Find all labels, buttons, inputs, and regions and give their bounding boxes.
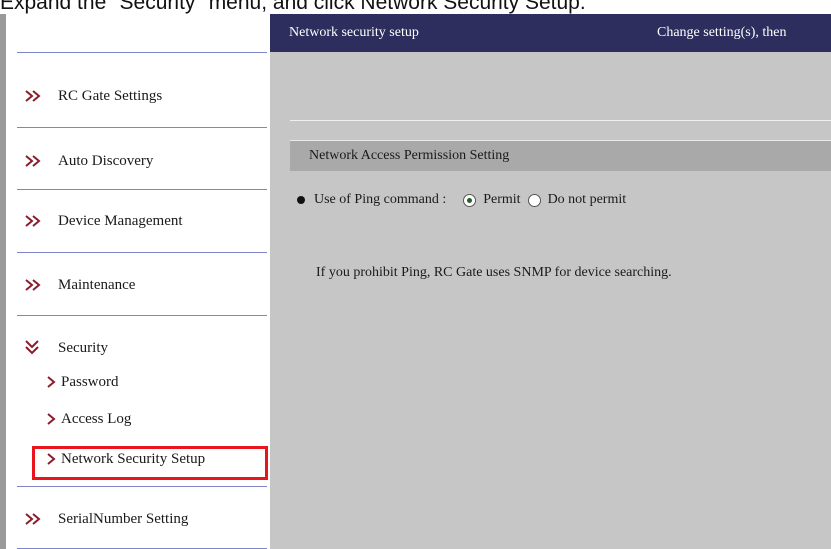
sidebar-separator [17, 486, 267, 487]
sidebar-subitem-label: Password [61, 373, 119, 390]
sidebar-item-device-management[interactable]: Device Management [24, 207, 183, 235]
sidebar-item-label: Security [58, 339, 108, 356]
sidebar-separator [17, 127, 267, 128]
double-chevron-right-icon [24, 89, 48, 103]
sidebar-separator [17, 252, 267, 253]
sidebar-item-auto-discovery[interactable]: Auto Discovery [24, 147, 153, 175]
double-chevron-down-icon [24, 339, 48, 357]
page-header: Network security setup Change setting(s)… [270, 14, 831, 52]
section-title: Network Access Permission Setting [309, 148, 510, 163]
header-message: Change setting(s), then [657, 25, 787, 40]
sidebar-subitem-label: Access Log [61, 410, 132, 427]
sidebar-item-label: Auto Discovery [58, 152, 154, 169]
bullet-icon [297, 196, 305, 204]
sidebar-subitem-access-log[interactable]: Access Log [46, 408, 131, 430]
ping-label: Use of Ping command : [314, 192, 447, 207]
double-chevron-right-icon [24, 512, 48, 526]
ping-note: If you prohibit Ping, RC Gate uses SNMP … [316, 265, 672, 280]
chevron-right-icon [46, 413, 58, 425]
permit-label[interactable]: Permit [483, 192, 520, 208]
double-chevron-right-icon [24, 278, 48, 292]
highlight-box [32, 446, 268, 480]
sidebar-item-security[interactable]: Security [24, 334, 108, 362]
sidebar-item-maintenance[interactable]: Maintenance [24, 271, 135, 299]
ping-setting-row: Use of Ping command : Permit Do not perm… [297, 189, 626, 211]
sidebar: RC Gate Settings Auto Discovery Device M… [6, 14, 270, 549]
radio-selected-dot [467, 197, 473, 203]
do-not-permit-radio[interactable] [527, 193, 541, 207]
page-title: Network security setup [289, 25, 419, 40]
main-panel [270, 14, 831, 549]
sidebar-subitem-password[interactable]: Password [46, 371, 119, 393]
sidebar-separator [17, 52, 267, 53]
sidebar-item-label: SerialNumber Setting [58, 510, 189, 527]
chevron-right-icon [46, 376, 58, 388]
sidebar-item-rc-gate-settings[interactable]: RC Gate Settings [24, 82, 162, 110]
sidebar-item-serialnumber-setting[interactable]: SerialNumber Setting [24, 505, 188, 533]
section-header: Network Access Permission Setting [290, 140, 831, 171]
sidebar-separator [17, 315, 267, 316]
sidebar-item-label: Device Management [58, 212, 183, 229]
instruction-text: Expand the "Security" menu, and click Ne… [0, 0, 586, 14]
double-chevron-right-icon [24, 154, 48, 168]
do-not-permit-label[interactable]: Do not permit [548, 192, 627, 208]
sidebar-item-label: RC Gate Settings [58, 87, 163, 104]
main-divider [290, 120, 831, 121]
double-chevron-right-icon [24, 214, 48, 228]
sidebar-item-label: Maintenance [58, 276, 136, 293]
sidebar-separator [17, 189, 267, 190]
permit-radio[interactable] [463, 193, 477, 207]
